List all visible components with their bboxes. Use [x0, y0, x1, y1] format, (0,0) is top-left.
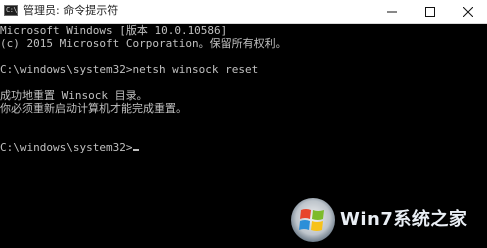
cmd-app-icon[interactable]: C:\ [4, 5, 18, 16]
windows-7-logo-icon [291, 198, 335, 242]
console-line-restart-notice: 你必须重新启动计算机才能完成重置。 [0, 102, 187, 115]
cmd-window: C:\ 管理员: 命令提示符 Microsoft Windows [版本 10.… [0, 0, 487, 248]
console-line-prompt[interactable]: C:\windows\system32> [0, 141, 140, 154]
console-line-command: C:\windows\system32>netsh winsock reset [0, 63, 259, 76]
minimize-button[interactable] [373, 0, 411, 23]
minimize-icon [387, 11, 397, 13]
watermark: Win7系统之家 [288, 197, 487, 248]
text-cursor [133, 149, 140, 151]
app-icon-glyph: C:\ [6, 6, 18, 14]
close-button[interactable] [449, 0, 487, 23]
title-bar[interactable]: C:\ 管理员: 命令提示符 [0, 0, 487, 24]
maximize-icon [425, 7, 435, 17]
close-icon [463, 7, 473, 17]
prompt-text: C:\windows\system32> [0, 141, 133, 154]
console-line-copyright: (c) 2015 Microsoft Corporation。保留所有权利。 [0, 37, 287, 50]
window-title: 管理员: 命令提示符 [23, 4, 119, 17]
console-line-result: 成功地重置 Winsock 目录。 [0, 89, 148, 102]
watermark-text: Win7系统之家 [340, 209, 468, 230]
console-line-version: Microsoft Windows [版本 10.0.10586] [0, 24, 228, 37]
maximize-button[interactable] [411, 0, 449, 23]
